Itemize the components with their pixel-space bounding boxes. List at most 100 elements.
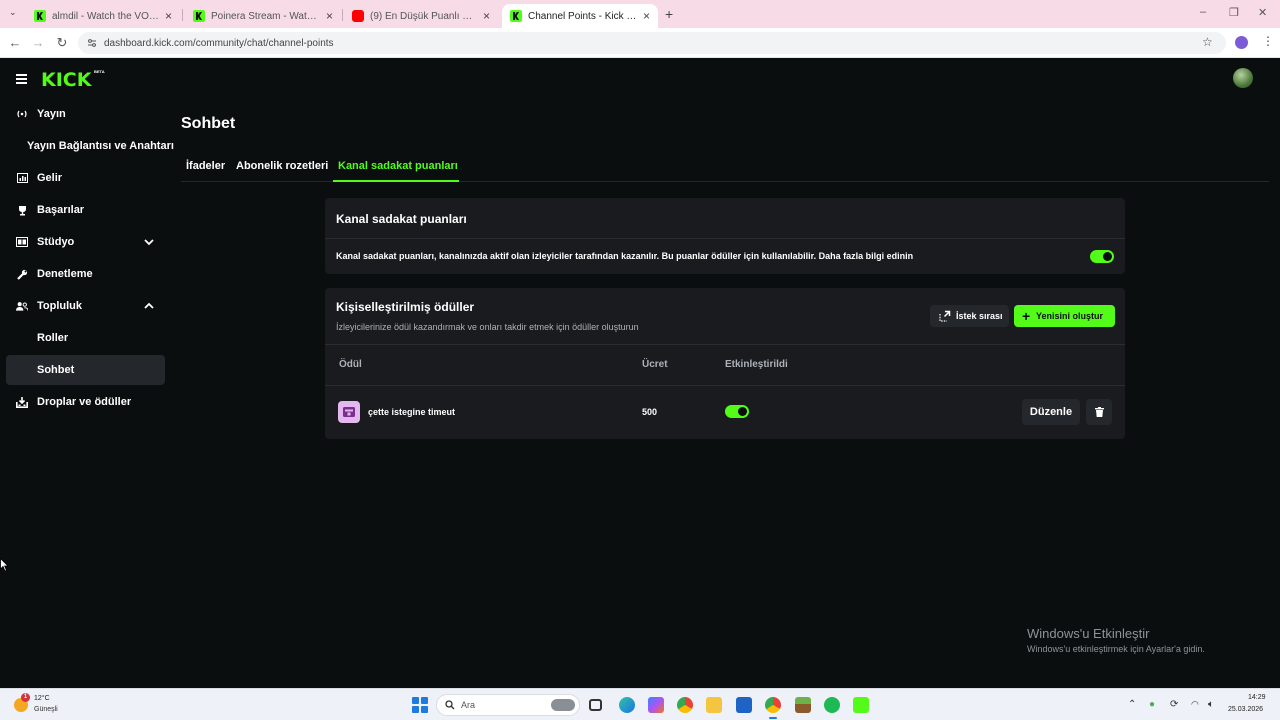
wrench-icon — [16, 268, 28, 280]
page-title: Sohbet — [181, 115, 236, 132]
browser-tab[interactable]: almdil - Watch the VOD on Kick × — [26, 4, 180, 28]
spotify-icon[interactable] — [824, 697, 840, 713]
url-text: dashboard.kick.com/community/chat/channe… — [104, 37, 334, 49]
chevron-up-icon[interactable] — [143, 300, 155, 312]
tray-overflow-icon[interactable]: ⌃ — [1128, 699, 1136, 710]
minimize-icon[interactable]: – — [1200, 6, 1206, 18]
tab-ifadeler[interactable]: İfadeler — [186, 160, 225, 172]
close-tab-icon[interactable]: × — [326, 9, 333, 23]
sidebar-item-gelir[interactable]: Gelir — [6, 163, 165, 193]
search-highlight-icon — [551, 699, 575, 711]
back-icon[interactable]: ← — [7, 35, 23, 50]
sidebar-item-roller[interactable]: Roller — [6, 323, 165, 353]
close-tab-icon[interactable]: × — [643, 9, 650, 23]
gift-icon — [16, 396, 28, 408]
sidebar-item-denetleme[interactable]: Denetleme — [6, 259, 165, 289]
content-tabs: İfadeler Abonelik rozetleri Kanal sadaka… — [181, 152, 1269, 182]
browser-toolbar: ← → ↻ dashboard.kick.com/community/chat/… — [0, 28, 1280, 58]
file-explorer-icon[interactable] — [706, 697, 722, 713]
reward-name: çette istegine timeut — [368, 407, 456, 417]
tab-search-chevron-icon[interactable]: ⌄ — [9, 7, 17, 18]
browser-tab-active[interactable]: Channel Points - Kick Dashboard × — [502, 4, 658, 28]
community-icon — [16, 300, 28, 312]
store-icon[interactable] — [736, 697, 752, 713]
tab-kanal-sadakat-puanlari[interactable]: Kanal sadakat puanları — [338, 160, 458, 172]
minecraft-icon[interactable] — [795, 697, 811, 713]
column-header-reward: Ödül — [339, 359, 362, 370]
divider — [325, 385, 1125, 386]
windows-start-icon[interactable] — [412, 697, 428, 713]
external-link-icon — [939, 310, 951, 322]
weather-description: Güneşli — [34, 706, 58, 713]
sidebar-item-droplar[interactable]: Droplar ve ödüller — [6, 387, 165, 417]
chrome-active-icon[interactable] — [765, 697, 781, 713]
request-queue-label: İstek sırası — [956, 311, 1003, 321]
browser-tab[interactable]: (9) En Düşük Puanlı Restoranlar × — [344, 4, 498, 28]
avatar[interactable] — [1233, 68, 1253, 88]
menu-icon[interactable] — [16, 74, 27, 84]
site-info-icon[interactable] — [87, 38, 97, 48]
reward-enabled-toggle[interactable] — [725, 405, 749, 418]
tray-app-icon[interactable]: ● — [1149, 699, 1155, 710]
youtube-icon — [352, 10, 364, 22]
tab-divider — [342, 9, 343, 21]
sidebar-item-basarilar[interactable]: Başarılar — [6, 195, 165, 225]
kick-icon — [193, 10, 205, 22]
sidebar-item-studyo[interactable]: Stüdyo — [6, 227, 165, 257]
kick-icon — [34, 10, 46, 22]
taskbar-search[interactable]: Ara — [436, 694, 580, 716]
reload-icon[interactable]: ↻ — [54, 35, 70, 51]
notification-badge: 1 — [21, 693, 30, 702]
loyalty-points-card: Kanal sadakat puanları Kanal sadakat pua… — [325, 198, 1125, 274]
trash-icon — [1094, 407, 1104, 417]
chevron-down-icon[interactable] — [143, 236, 155, 248]
clock-time[interactable]: 14:29 — [1248, 694, 1266, 701]
chrome-icon[interactable] — [677, 697, 693, 713]
card-title: Kanal sadakat puanları — [336, 212, 467, 226]
windows-taskbar: 1 12°C Güneşli Ara ⌃ ● ⟳ ◠ 🔈︎ 14:29 25.0… — [0, 688, 1280, 720]
volume-icon[interactable]: 🔈︎ — [1208, 699, 1214, 710]
sidebar-item-sohbet[interactable]: Sohbet — [6, 355, 165, 385]
wifi-icon[interactable]: ◠ — [1191, 699, 1199, 710]
weather-temperature: 12°C — [34, 695, 50, 702]
search-placeholder: Ara — [461, 700, 476, 710]
browser-menu-icon[interactable]: ⋮ — [1262, 34, 1274, 48]
card-subtitle: İzleyicilerinize ödül kazandırmak ve onl… — [336, 322, 639, 332]
profile-icon[interactable] — [1235, 36, 1248, 49]
reward-icon — [338, 401, 360, 423]
close-tab-icon[interactable]: × — [483, 9, 490, 23]
sidebar-item-stream-key[interactable]: Yayın Bağlantısı ve Anahtarı — [6, 131, 174, 161]
reward-cost: 500 — [642, 407, 658, 417]
create-reward-label: Yenisini oluştur — [1036, 311, 1104, 321]
custom-rewards-card: Kişiselleştirilmiş ödüller İzleyicilerin… — [325, 288, 1125, 439]
copilot-icon[interactable] — [648, 697, 664, 713]
top-bar: KICK BETA — [0, 58, 1280, 98]
divider — [325, 344, 1125, 345]
tab-abonelik-rozetleri[interactable]: Abonelik rozetleri — [236, 160, 328, 172]
sync-icon[interactable]: ⟳ — [1170, 699, 1178, 710]
studio-icon — [16, 236, 28, 248]
kick-dashboard: KICK BETA Yayın Yayın Bağlantısı ve Anah… — [0, 58, 1280, 688]
forward-icon[interactable]: → — [30, 35, 46, 50]
sidebar-item-yayin[interactable]: Yayın — [6, 99, 165, 129]
loyalty-points-toggle[interactable] — [1090, 250, 1114, 263]
task-view-icon[interactable] — [589, 699, 602, 711]
clock-date[interactable]: 25.03.2026 — [1228, 706, 1263, 713]
bookmark-star-icon[interactable]: ☆ — [1202, 35, 1213, 49]
edge-icon[interactable] — [619, 697, 635, 713]
card-description: Kanal sadakat puanları, kanalınızda akti… — [336, 251, 914, 261]
browser-tab[interactable]: Poinera Stream - Watch Live on × — [185, 4, 341, 28]
close-window-icon[interactable]: ✕ — [1258, 6, 1267, 19]
create-reward-button[interactable]: + Yenisini oluştur — [1014, 305, 1115, 327]
sidebar-item-topluluk[interactable]: Topluluk — [6, 291, 165, 321]
new-tab-icon[interactable]: + — [665, 6, 673, 22]
delete-reward-button[interactable] — [1086, 399, 1112, 425]
trophy-icon — [16, 204, 28, 216]
kick-logo[interactable]: KICK — [41, 69, 91, 91]
request-queue-button[interactable]: İstek sırası — [930, 305, 1009, 327]
kick-app-icon[interactable] — [853, 697, 869, 713]
restore-icon[interactable]: ❐ — [1229, 6, 1239, 19]
edit-reward-button[interactable]: Düzenle — [1022, 399, 1080, 425]
address-bar[interactable]: dashboard.kick.com/community/chat/channe… — [78, 32, 1226, 54]
close-tab-icon[interactable]: × — [165, 9, 172, 23]
